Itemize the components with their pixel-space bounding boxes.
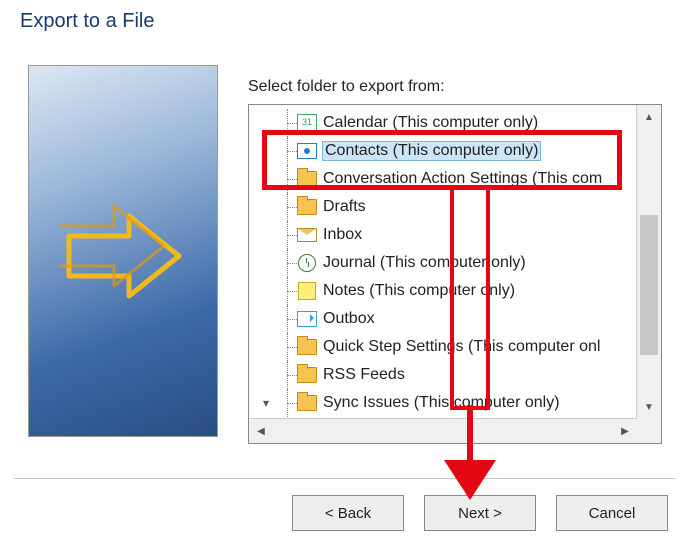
tree-branch (281, 305, 295, 333)
folder-tree-viewport[interactable]: 31 Calendar (This computer only) Contacts … (249, 105, 637, 419)
folder-icon (297, 199, 317, 215)
tree-branch (281, 137, 295, 165)
tree-item[interactable]: Inbox (253, 221, 637, 249)
outbox-icon (297, 311, 317, 327)
tree-item-label: Sync Issues (This computer only) (323, 394, 560, 412)
tree-item-label: Contacts (This computer only) (323, 142, 540, 160)
tree-item[interactable]: Notes (This computer only) (253, 277, 637, 305)
tree-item-label: Notes (This computer only) (323, 282, 515, 300)
tree-item[interactable]: Journal (This computer only) (253, 249, 637, 277)
tree-item[interactable]: Conversation Action Settings (This com (253, 165, 637, 193)
tree-branch (281, 333, 295, 361)
journal-icon (298, 254, 316, 272)
scroll-thumb[interactable] (640, 215, 658, 355)
tree-item[interactable]: Drafts (253, 193, 637, 221)
folder-tree: 31 Calendar (This computer only) Contacts … (248, 104, 662, 444)
tree-branch (281, 221, 295, 249)
tree-branch (281, 165, 295, 193)
next-button[interactable]: Next > (424, 495, 536, 531)
horizontal-scrollbar[interactable]: ◀ ▶ (249, 418, 637, 443)
button-row: < Back Next > Cancel (292, 495, 668, 531)
tree-item[interactable]: ▾ Sync Issues (This computer only) (253, 389, 637, 417)
select-folder-label: Select folder to export from: (248, 78, 445, 96)
tree-branch (281, 277, 295, 305)
tree-item[interactable]: Contacts (This computer only) (253, 137, 637, 165)
contacts-icon (297, 143, 317, 159)
tree-branch (281, 193, 295, 221)
expander-icon[interactable]: ▾ (263, 396, 269, 410)
back-button[interactable]: < Back (292, 495, 404, 531)
calendar-icon: 31 (297, 114, 317, 132)
tree-item[interactable]: RSS Feeds (253, 361, 637, 389)
tree-branch (281, 109, 295, 137)
scroll-up-icon[interactable]: ▲ (637, 105, 661, 129)
tree-item-label: Conversation Action Settings (This com (323, 170, 602, 188)
tree-branch (281, 249, 295, 277)
export-dialog: Export to a File Select folder to export… (0, 0, 690, 560)
vertical-scrollbar[interactable]: ▲ ▼ (636, 105, 661, 419)
folder-icon (297, 367, 317, 383)
folder-icon (297, 339, 317, 355)
scroll-down-icon[interactable]: ▼ (637, 395, 661, 419)
wizard-graphic (28, 65, 218, 437)
scroll-corner (637, 419, 661, 443)
arrow-graphic-icon (59, 186, 199, 326)
tree-item[interactable]: 31 Calendar (This computer only) (253, 109, 637, 137)
tree-item[interactable]: Quick Step Settings (This computer onl (253, 333, 637, 361)
tree-item-label: RSS Feeds (323, 366, 405, 384)
tree-item-label: Drafts (323, 198, 366, 216)
scroll-left-icon[interactable]: ◀ (249, 419, 273, 443)
inbox-icon (297, 228, 317, 242)
folder-icon (297, 171, 317, 187)
cancel-button[interactable]: Cancel (556, 495, 668, 531)
notes-icon (298, 282, 316, 300)
separator (14, 478, 676, 479)
scroll-right-icon[interactable]: ▶ (613, 419, 637, 443)
tree-item-label: Journal (This computer only) (323, 254, 526, 272)
folder-icon (297, 395, 317, 411)
tree-item-label: Quick Step Settings (This computer onl (323, 338, 600, 356)
tree-branch (281, 361, 295, 389)
tree-item[interactable]: Outbox (253, 305, 637, 333)
tree-item-label: Inbox (323, 226, 362, 244)
tree-branch (281, 389, 295, 417)
tree-item-label: Outbox (323, 310, 375, 328)
dialog-title: Export to a File (20, 10, 155, 33)
tree-item-label: Calendar (This computer only) (323, 114, 538, 132)
